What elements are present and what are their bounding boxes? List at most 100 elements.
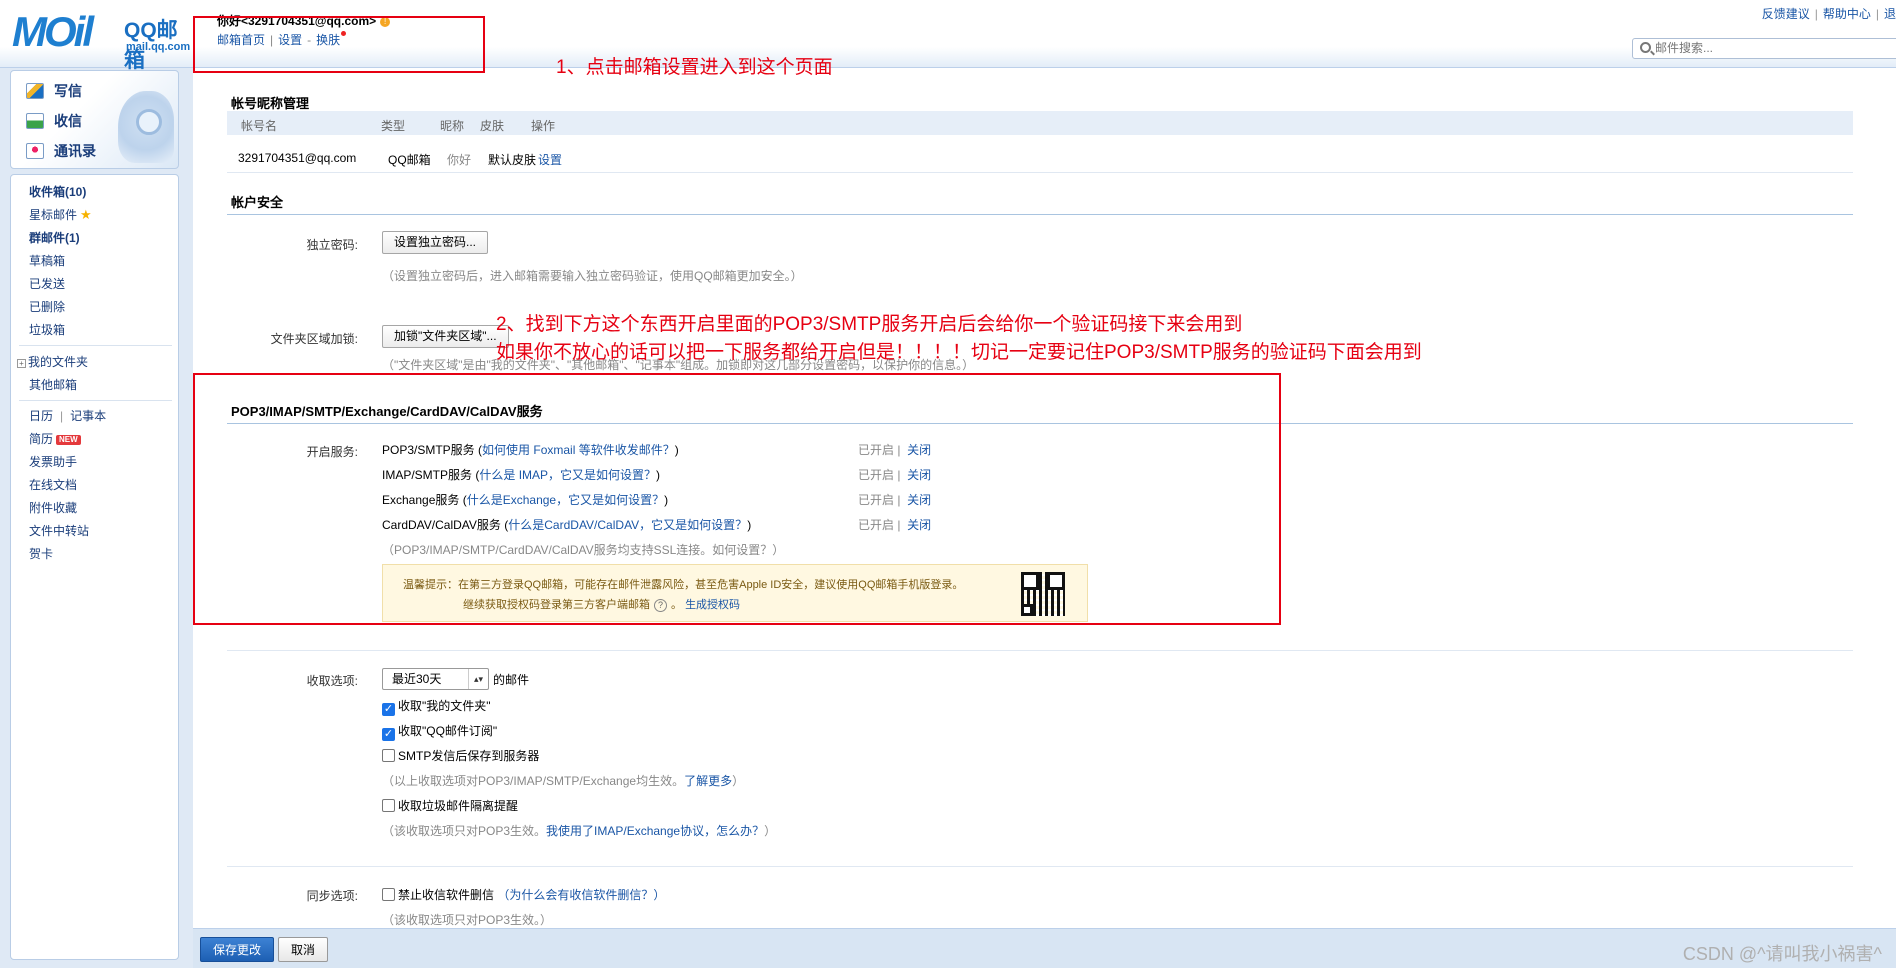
option-label: 收取"我的文件夹" bbox=[398, 699, 491, 713]
hint-text: （以上收取选项对POP3/IMAP/SMTP/Exchange均生效。 bbox=[382, 774, 685, 788]
sidebar-item-file-transfer[interactable]: 文件中转站 bbox=[29, 522, 89, 539]
sidebar-item-resume[interactable]: 简历 NEW bbox=[29, 430, 81, 447]
select-suffix: 的邮件 bbox=[493, 673, 530, 687]
col-action: 操作 bbox=[531, 119, 556, 133]
sidebar-item-attachments[interactable]: 附件收藏 bbox=[29, 499, 77, 516]
receive-options-label: 收取选项: bbox=[306, 674, 358, 688]
sidebar-item-cards[interactable]: 贺卡 bbox=[29, 545, 53, 562]
separator: | bbox=[1875, 7, 1879, 21]
hint-end: ） bbox=[764, 824, 777, 838]
hint-end: ） bbox=[732, 774, 745, 788]
receive-subscription-option[interactable]: ✓ 收取"QQ邮件订阅" bbox=[382, 722, 497, 741]
sidebar-item-other-mail[interactable]: 其他邮箱 bbox=[29, 376, 77, 393]
sidebar-item-notepad[interactable]: 记事本 bbox=[70, 409, 106, 423]
contacts-label: 通讯录 bbox=[54, 143, 96, 159]
divider bbox=[227, 172, 1853, 173]
logo-domain: mail.qq.com bbox=[126, 41, 191, 53]
hint-text: （该收取选项只对POP3生效。 bbox=[382, 824, 547, 838]
divider bbox=[227, 866, 1853, 867]
annotation-box-services bbox=[193, 373, 1281, 625]
qq-mascot-decoration bbox=[118, 91, 174, 163]
qq-mail-logo[interactable]: MOil QQ邮箱 mail.qq.com bbox=[12, 8, 192, 72]
save-changes-button[interactable]: 保存更改 bbox=[200, 937, 274, 962]
receive-label: 收信 bbox=[54, 113, 82, 129]
sidebar-item-drafts[interactable]: 草稿箱 bbox=[29, 252, 65, 269]
imap-exchange-help-link[interactable]: 我使用了IMAP/Exchange协议，怎么办？ bbox=[546, 824, 764, 838]
contacts-button[interactable]: 通讯录 bbox=[26, 141, 96, 163]
receive-my-folders-option[interactable]: ✓ 收取"我的文件夹" bbox=[382, 697, 491, 716]
search-input[interactable] bbox=[1655, 41, 1895, 55]
search-icon bbox=[1640, 42, 1651, 53]
option-label: 收取垃圾邮件隔离提醒 bbox=[398, 799, 519, 813]
account-settings-link[interactable]: 设置 bbox=[538, 151, 562, 168]
checkbox-unchecked[interactable] bbox=[382, 888, 395, 901]
cancel-button[interactable]: 取消 bbox=[278, 937, 328, 962]
account-table-header: 帐号名 类型 昵称 皮肤 操作 bbox=[227, 111, 1853, 135]
star-icon: ★ bbox=[80, 207, 92, 222]
divider bbox=[227, 214, 1853, 215]
set-password-button[interactable]: 设置独立密码... bbox=[382, 231, 489, 254]
logout-link[interactable]: 退 bbox=[1884, 7, 1896, 21]
option-label: SMTP发信后保存到服务器 bbox=[398, 749, 540, 763]
sidebar-item-calendar[interactable]: 日历 bbox=[29, 409, 53, 423]
password-hint: （设置独立密码后，进入邮箱需要输入独立密码验证，使用QQ邮箱更加安全。） bbox=[382, 269, 803, 283]
checkbox-checked[interactable]: ✓ bbox=[382, 728, 395, 741]
help-center-link[interactable]: 帮助中心 bbox=[1823, 7, 1871, 21]
receive-icon bbox=[26, 113, 44, 129]
sidebar-item-sent[interactable]: 已发送 bbox=[29, 275, 65, 292]
smtp-save-option[interactable]: SMTP发信后保存到服务器 bbox=[382, 747, 539, 764]
logo-mail-text: MOil bbox=[12, 8, 94, 55]
spam-reminder-option[interactable]: 收取垃圾邮件隔离提醒 bbox=[382, 797, 518, 814]
sync-hint: （该收取选项只对POP3生效。） bbox=[382, 913, 553, 927]
col-skin: 皮肤 bbox=[480, 119, 505, 133]
account-skin: 默认皮肤 bbox=[488, 153, 537, 167]
option-label: 禁止收信软件删信 bbox=[398, 888, 495, 902]
my-folders-label: 我的文件夹 bbox=[28, 355, 89, 369]
checkbox-unchecked[interactable] bbox=[382, 749, 395, 762]
bottom-action-bar: 保存更改 取消 bbox=[193, 928, 1896, 968]
feedback-link[interactable]: 反馈建议 bbox=[1762, 7, 1810, 21]
sidebar-item-deleted[interactable]: 已删除 bbox=[29, 298, 65, 315]
why-delete-link[interactable]: （为什么会有收信软件删信？） bbox=[497, 888, 665, 902]
sidebar-item-starred[interactable]: 星标邮件 ★ bbox=[29, 206, 92, 223]
annotation-step-1: 1、点击邮箱设置进入到这个页面 bbox=[556, 57, 833, 78]
sidebar-item-group-mail[interactable]: 群邮件(1) bbox=[29, 229, 80, 246]
sidebar-item-spam[interactable]: 垃圾箱 bbox=[29, 321, 65, 338]
new-badge: NEW bbox=[56, 435, 81, 445]
learn-more-link[interactable]: 了解更多 bbox=[684, 774, 732, 788]
annotation-box-settings bbox=[193, 16, 485, 73]
select-arrows-icon: ▴▾ bbox=[468, 669, 488, 689]
forbid-delete-option[interactable]: 禁止收信软件删信 （为什么会有收信软件删信？） bbox=[382, 886, 665, 903]
account-section-title: 帐号昵称管理 bbox=[231, 96, 310, 111]
sidebar-folders: 收件箱(10) 星标邮件 ★ 群邮件(1) 草稿箱 已发送 已删除 垃圾箱 + 我的… bbox=[10, 174, 179, 960]
compose-button[interactable]: 写信 bbox=[26, 81, 82, 103]
receive-period-select[interactable]: 最近30天 ▴▾ bbox=[382, 668, 489, 690]
independent-password-label: 独立密码: bbox=[306, 238, 358, 252]
receive-hint-2: （该收取选项只对POP3生效。我使用了IMAP/Exchange协议，怎么办？） bbox=[382, 822, 776, 839]
col-account: 帐号名 bbox=[241, 119, 278, 133]
account-nickname: 你好 bbox=[447, 153, 472, 167]
sidebar-item-docs[interactable]: 在线文档 bbox=[29, 476, 77, 493]
separator: | bbox=[1814, 7, 1818, 21]
security-section-title: 帐户安全 bbox=[231, 195, 284, 210]
sidebar-actions: 写信 收信 通讯录 bbox=[10, 70, 179, 169]
top-right-links: 反馈建议 | 帮助中心 | 退 bbox=[1762, 5, 1896, 22]
divider bbox=[19, 400, 172, 401]
sidebar-item-invoice[interactable]: 发票助手 bbox=[29, 453, 77, 470]
mail-search[interactable] bbox=[1632, 38, 1896, 59]
divider bbox=[227, 650, 1853, 651]
annotation-step-2-line-1: 2、找到下方这个东西开启里面的POP3/SMTP服务开启后会给你一个验证码接下来… bbox=[496, 314, 1243, 335]
csdn-watermark: CSDN @^请叫我小祸害^ bbox=[1682, 944, 1882, 964]
sidebar-item-inbox[interactable]: 收件箱(10) bbox=[29, 183, 86, 200]
contacts-icon bbox=[26, 143, 44, 159]
inbox-fetch-button[interactable]: 收信 bbox=[26, 111, 82, 133]
lock-folders-button[interactable]: 加锁"文件夹区域"... bbox=[382, 325, 509, 348]
select-value: 最近30天 bbox=[392, 672, 442, 686]
compose-icon bbox=[26, 83, 44, 99]
sync-options-label: 同步选项: bbox=[306, 889, 358, 903]
checkbox-unchecked[interactable] bbox=[382, 799, 395, 812]
separator: | bbox=[60, 409, 64, 423]
checkbox-checked[interactable]: ✓ bbox=[382, 703, 395, 716]
expand-icon[interactable]: + bbox=[17, 359, 26, 368]
sidebar-item-my-folders[interactable]: + 我的文件夹 bbox=[17, 353, 88, 370]
